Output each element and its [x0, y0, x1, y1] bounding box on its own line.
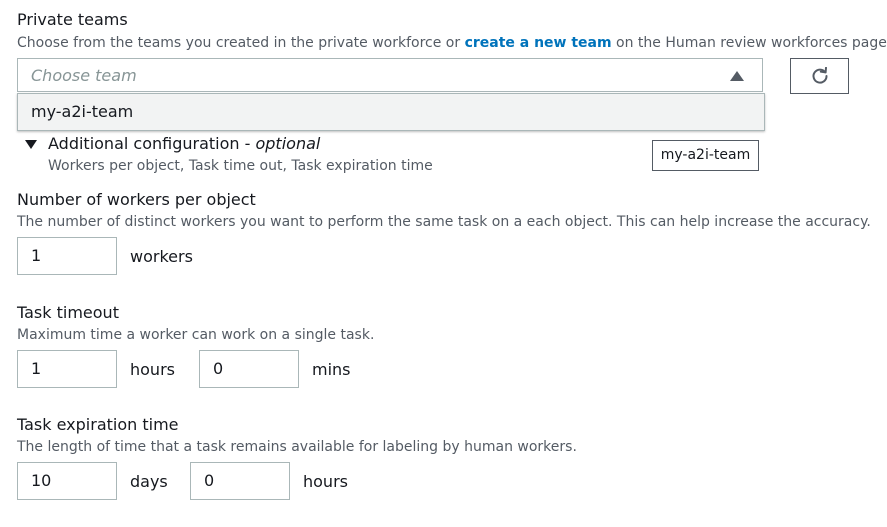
team-tooltip: my-a2i-team: [652, 140, 759, 171]
task-timeout-hours-input[interactable]: 1: [17, 350, 117, 388]
additional-config-title[interactable]: Additional configuration - optional: [48, 134, 320, 154]
task-timeout-hours-unit: hours: [130, 360, 175, 379]
task-expiration-label: Task expiration time: [17, 415, 179, 434]
refresh-button[interactable]: [790, 58, 849, 94]
task-timeout-mins-input[interactable]: 0: [199, 350, 299, 388]
task-timeout-description: Maximum time a worker can work on a sing…: [17, 327, 375, 343]
private-teams-description: Choose from the teams you created in the…: [17, 34, 887, 52]
create-new-team-link[interactable]: create a new team: [465, 35, 612, 51]
workers-unit: workers: [130, 247, 193, 266]
private-teams-description-text-end: on the Human review workforces page.: [611, 35, 887, 51]
additional-config-subtitle: Workers per object, Task time out, Task …: [48, 158, 433, 174]
team-select-placeholder: Choose team: [31, 66, 137, 85]
caret-up-icon: [730, 71, 744, 81]
task-timeout-label: Task timeout: [17, 303, 119, 322]
private-teams-description-text: Choose from the teams you created in the…: [17, 35, 465, 51]
refresh-icon: [812, 67, 828, 84]
task-expiration-days-input[interactable]: 10: [17, 462, 117, 500]
task-timeout-mins-unit: mins: [312, 360, 351, 379]
task-expiration-days-unit: days: [130, 472, 168, 491]
workers-per-object-description: The number of distinct workers you want …: [17, 214, 871, 230]
private-teams-label: Private teams: [17, 10, 128, 29]
task-expiration-description: The length of time that a task remains a…: [17, 439, 577, 455]
additional-config-optional: optional: [255, 134, 321, 153]
task-expiration-hours-input[interactable]: 0: [190, 462, 290, 500]
team-dropdown-list: my-a2i-team: [17, 93, 765, 131]
team-select[interactable]: Choose team: [17, 58, 763, 92]
expand-arrow-icon[interactable]: [25, 140, 37, 149]
task-expiration-hours-unit: hours: [303, 472, 348, 491]
workers-per-object-input[interactable]: 1: [17, 237, 117, 275]
additional-config-title-text: Additional configuration -: [48, 134, 256, 153]
workers-per-object-label: Number of workers per object: [17, 190, 256, 209]
team-option[interactable]: my-a2i-team: [31, 102, 133, 121]
